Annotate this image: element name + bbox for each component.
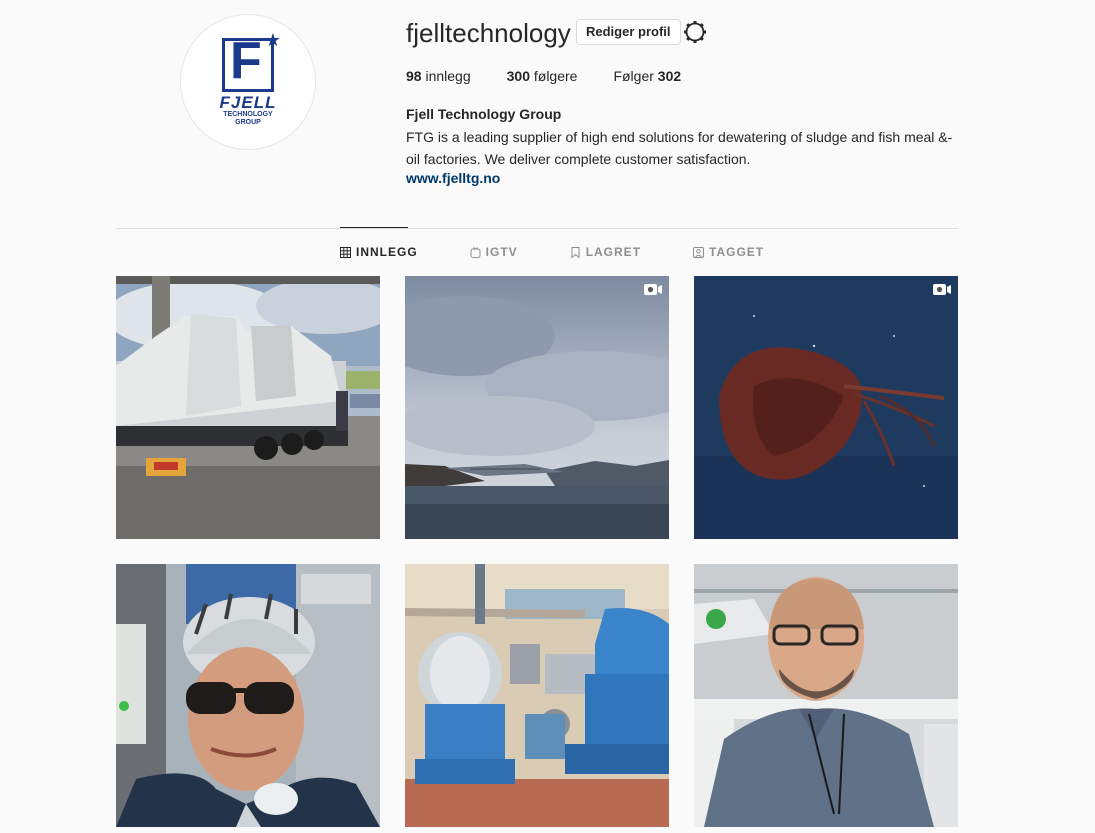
tab-tagged-label: TAGGET <box>709 245 765 259</box>
profile-website-link[interactable]: www.fjelltg.no <box>406 170 500 186</box>
logo-mark: F ★ <box>221 31 281 92</box>
igtv-icon <box>470 246 481 258</box>
posts-label: innlegg <box>421 68 471 84</box>
post-image-selfie <box>116 564 380 827</box>
tab-igtv[interactable]: IGTV <box>470 245 518 259</box>
settings-gear-icon[interactable] <box>683 20 707 44</box>
tabs-divider <box>116 228 958 229</box>
logo-subtitle-2: GROUP <box>235 118 261 126</box>
post-thumbnail-fjord[interactable] <box>405 276 669 539</box>
tab-saved-label: LAGRET <box>585 245 642 259</box>
posts-count: 98 <box>406 68 422 84</box>
tag-icon <box>693 246 705 258</box>
followers-stat[interactable]: 300 følgere <box>507 68 578 84</box>
profile-username: fjelltechnology <box>406 18 571 48</box>
profile-bio: FTG is a leading supplier of high end so… <box>406 129 953 167</box>
profile-tabs: INNLEGG IGTV LAGRET TAGGET <box>340 245 764 259</box>
tab-tagged[interactable]: TAGGET <box>693 245 764 259</box>
profile-full-name: Fjell Technology Group <box>406 106 562 122</box>
post-thumbnail-creature[interactable] <box>694 276 958 539</box>
tab-posts-label: INNLEGG <box>356 245 418 259</box>
post-image-truck <box>116 276 380 539</box>
post-thumbnail-machinery[interactable] <box>405 564 669 827</box>
following-stat[interactable]: Følger 302 <box>613 68 681 84</box>
post-image-fjord <box>405 276 669 539</box>
post-image-machinery <box>405 564 669 827</box>
profile-stats: 98 innlegg 300 følgere Følger 302 <box>406 68 681 84</box>
following-count: 302 <box>657 68 682 84</box>
logo-name: FJELL <box>219 92 277 112</box>
tab-saved[interactable]: LAGRET <box>570 245 641 259</box>
followers-count: 300 <box>506 68 530 84</box>
video-icon <box>933 284 951 295</box>
logo-letter: F <box>229 31 262 90</box>
profile-avatar[interactable]: F ★ FJELL TECHNOLOGY GROUP <box>180 14 316 150</box>
tab-igtv-label: IGTV <box>485 245 518 259</box>
post-thumbnail-selfie[interactable] <box>116 564 380 827</box>
video-icon <box>644 284 662 295</box>
tab-posts[interactable]: INNLEGG <box>340 245 418 259</box>
posts-stat: 98 innlegg <box>406 68 471 84</box>
bookmark-icon <box>571 246 580 258</box>
edit-profile-button[interactable]: Rediger profil <box>576 19 681 45</box>
post-image-portrait <box>694 564 958 827</box>
grid-icon <box>340 246 351 258</box>
following-label: Følger <box>613 68 658 84</box>
company-logo: F ★ FJELL TECHNOLOGY GROUP <box>219 31 281 126</box>
followers-label: følgere <box>529 68 578 84</box>
post-thumbnail-truck[interactable] <box>116 276 380 539</box>
logo-subtitle-1: TECHNOLOGY <box>223 110 273 118</box>
active-tab-indicator <box>340 227 408 228</box>
star-icon: ★ <box>264 29 281 50</box>
post-image-creature <box>694 276 958 539</box>
post-thumbnail-portrait[interactable] <box>694 564 958 827</box>
